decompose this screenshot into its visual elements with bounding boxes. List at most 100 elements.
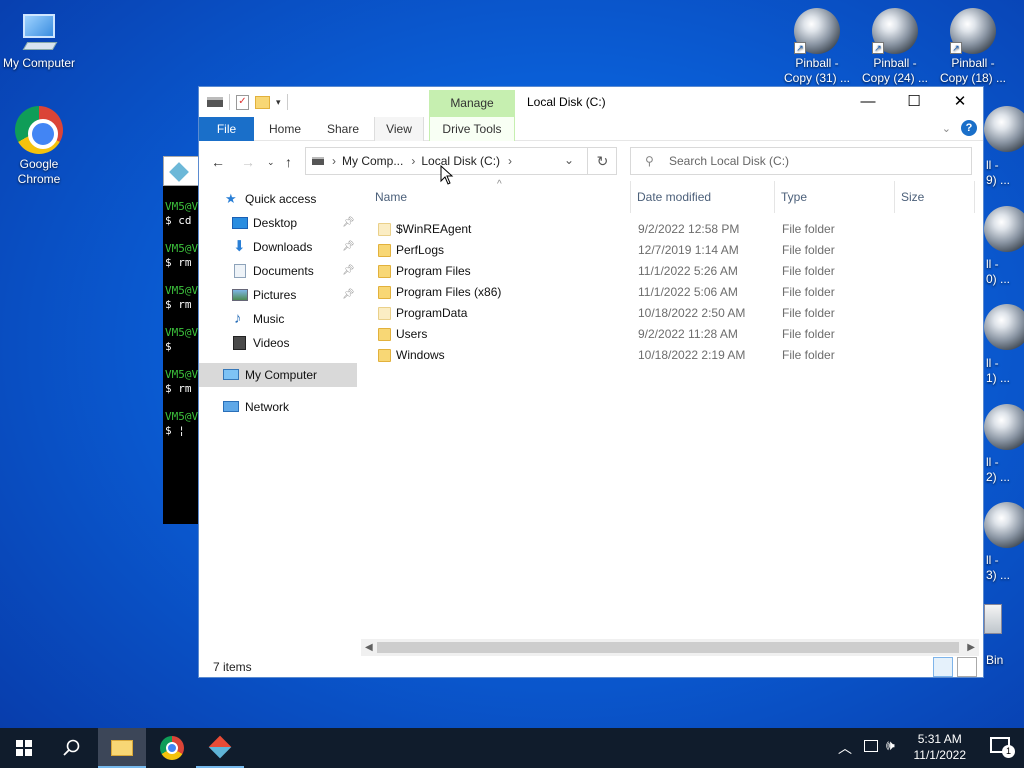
tab-view[interactable]: View (374, 117, 424, 141)
pinball-icon[interactable] (984, 502, 1024, 548)
desktop-icon-label: Bin (986, 653, 1004, 667)
refresh-button[interactable]: ↻ (587, 147, 617, 175)
search-input[interactable]: ⚲ Search Local Disk (C:) (630, 147, 972, 175)
nav-pictures[interactable]: Pictures 📌︎ (199, 283, 357, 307)
close-button[interactable]: ✕ (937, 87, 983, 117)
pinball-icon: ↗ (794, 8, 840, 54)
download-arrow-icon: ⬇ (233, 238, 246, 255)
desktop-icon-pinball-31[interactable]: ↗ Pinball - Copy (31) ... (779, 8, 855, 86)
new-folder-icon[interactable] (255, 95, 270, 109)
folder-icon (378, 223, 391, 236)
pin-icon[interactable]: 📌︎ (342, 259, 355, 283)
file-name: PerfLogs (396, 243, 445, 257)
large-icons-view-button[interactable] (957, 657, 977, 677)
scroll-left-arrow-icon[interactable]: ◀ (365, 639, 373, 656)
nav-videos[interactable]: Videos (199, 331, 357, 355)
pin-icon[interactable]: 📌︎ (342, 211, 355, 235)
network-tray-icon[interactable] (864, 740, 878, 752)
recent-locations-button[interactable]: ⌄ (267, 157, 275, 168)
desktop-icon-label: Copy (24) ... (861, 71, 929, 85)
properties-icon[interactable]: ✓ (236, 94, 249, 110)
file-row[interactable]: Program Files (x86) 11/1/2022 5:06 AM Fi… (361, 282, 979, 303)
tab-drive-tools[interactable]: Drive Tools (429, 117, 515, 141)
show-hidden-icons-chevron-icon[interactable]: ︿ (838, 738, 852, 758)
address-dropdown-icon[interactable]: ⌄ (564, 153, 574, 167)
nav-my-computer[interactable]: My Computer (199, 363, 357, 387)
terminal-line: $ cd (165, 214, 192, 227)
minimize-button[interactable]: — (845, 87, 891, 117)
pinball-icon[interactable] (984, 404, 1024, 450)
nav-label: Music (253, 312, 285, 326)
file-row[interactable]: Windows 10/18/2022 2:19 AM File folder (361, 345, 979, 366)
back-button[interactable]: ← (211, 154, 225, 170)
breadcrumb-local-disk[interactable]: Local Disk (C:) (421, 154, 500, 168)
help-icon[interactable]: ? (961, 120, 977, 136)
customize-toolbar-icon[interactable]: ▾ (276, 97, 281, 108)
maximize-button[interactable]: ☐ (891, 87, 937, 117)
file-name: Windows (396, 348, 445, 362)
terminal-titlebar[interactable] (163, 156, 203, 186)
address-bar[interactable]: › My Comp... › Local Disk (C:) › ⌄ (305, 147, 617, 175)
computer-icon (17, 10, 61, 54)
file-row[interactable]: $WinREAgent 9/2/2022 12:58 PM File folde… (361, 219, 979, 240)
desktop-icon-my-computer[interactable]: My Computer (1, 10, 77, 71)
column-date-modified[interactable]: Date modified (631, 181, 775, 213)
manage-contextual-tab[interactable]: Manage (429, 90, 515, 117)
file-date: 9/2/2022 11:28 AM (638, 327, 738, 341)
nav-label: Pictures (253, 288, 297, 302)
nav-desktop[interactable]: Desktop 📌︎ (199, 211, 357, 235)
start-button[interactable] (0, 728, 48, 768)
nav-music[interactable]: ♪ Music (199, 307, 357, 331)
tab-share[interactable]: Share (317, 117, 369, 141)
terminal-window[interactable]: VM5@V $ cd VM5@V $ rm VM5@V $ rm VM5@V $… (163, 156, 203, 524)
file-row[interactable]: PerfLogs 12/7/2019 1:14 AM File folder (361, 240, 979, 261)
terminal-line: VM5@V (165, 326, 199, 339)
pinball-icon[interactable] (984, 304, 1024, 350)
expand-ribbon-icon[interactable]: ⌄ (942, 122, 951, 135)
column-size[interactable]: Size (895, 181, 975, 213)
nav-downloads[interactable]: ⬇ Downloads 📌︎ (199, 235, 357, 259)
breadcrumb-my-computer[interactable]: My Comp... (342, 154, 403, 168)
breadcrumb-separator[interactable]: › (508, 154, 512, 168)
desktop-icon-pinball-24[interactable]: ↗ Pinball - Copy (24) ... (857, 8, 933, 86)
forward-button[interactable]: → (241, 154, 255, 170)
pinball-icon[interactable] (984, 206, 1024, 252)
tab-file[interactable]: File (199, 117, 254, 141)
pinball-icon[interactable] (984, 106, 1024, 152)
film-icon (233, 336, 246, 350)
system-clock[interactable]: 5:31 AM 11/1/2022 (914, 731, 967, 763)
file-row[interactable]: Users 9/2/2022 11:28 AM File folder (361, 324, 979, 345)
tab-home[interactable]: Home (259, 117, 311, 141)
taskbar-google-chrome[interactable] (148, 728, 196, 768)
chrome-icon (160, 736, 184, 760)
up-button[interactable]: ↑ (285, 154, 292, 170)
taskbar-file-explorer[interactable] (98, 728, 146, 768)
action-center-button[interactable]: 1 (990, 737, 1015, 758)
recycle-bin-icon[interactable] (984, 604, 1024, 640)
breadcrumb-separator[interactable]: › (332, 154, 336, 168)
desktop-icon-label: ll - (986, 257, 999, 271)
scroll-right-arrow-icon[interactable]: ▶ (967, 639, 975, 656)
title-bar[interactable]: ✓ ▾ Manage Local Disk (C:) — ☐ ✕ (199, 87, 983, 117)
horizontal-scrollbar[interactable]: ◀ ▶ (361, 639, 979, 656)
breadcrumb-separator[interactable]: › (411, 154, 415, 168)
clock-date: 11/1/2022 (913, 748, 967, 762)
desktop-icon-google-chrome[interactable]: Google Chrome (1, 106, 77, 187)
file-explorer-window[interactable]: ✓ ▾ Manage Local Disk (C:) — ☐ ✕ File Ho… (198, 86, 984, 678)
terminal-line: VM5@V (165, 410, 199, 423)
desktop-icon-pinball-18[interactable]: ↗ Pinball - Copy (18) ... (935, 8, 1011, 86)
nav-network[interactable]: Network (199, 395, 357, 419)
volume-tray-icon[interactable]: 🕪︎ (886, 737, 895, 754)
nav-documents[interactable]: Documents 📌︎ (199, 259, 357, 283)
details-view-button[interactable] (933, 657, 953, 677)
search-button[interactable] (48, 728, 96, 768)
pin-icon[interactable]: 📌︎ (342, 235, 355, 259)
file-row[interactable]: Program Files 11/1/2022 5:26 AM File fol… (361, 261, 979, 282)
taskbar-git-bash[interactable] (196, 728, 244, 768)
file-name: Program Files (396, 264, 471, 278)
nav-quick-access[interactable]: ★ Quick access (199, 187, 357, 211)
file-row[interactable]: ProgramData 10/18/2022 2:50 AM File fold… (361, 303, 979, 324)
pin-icon[interactable]: 📌︎ (342, 283, 355, 307)
scrollbar-thumb[interactable] (377, 642, 959, 653)
column-type[interactable]: Type (775, 181, 895, 213)
